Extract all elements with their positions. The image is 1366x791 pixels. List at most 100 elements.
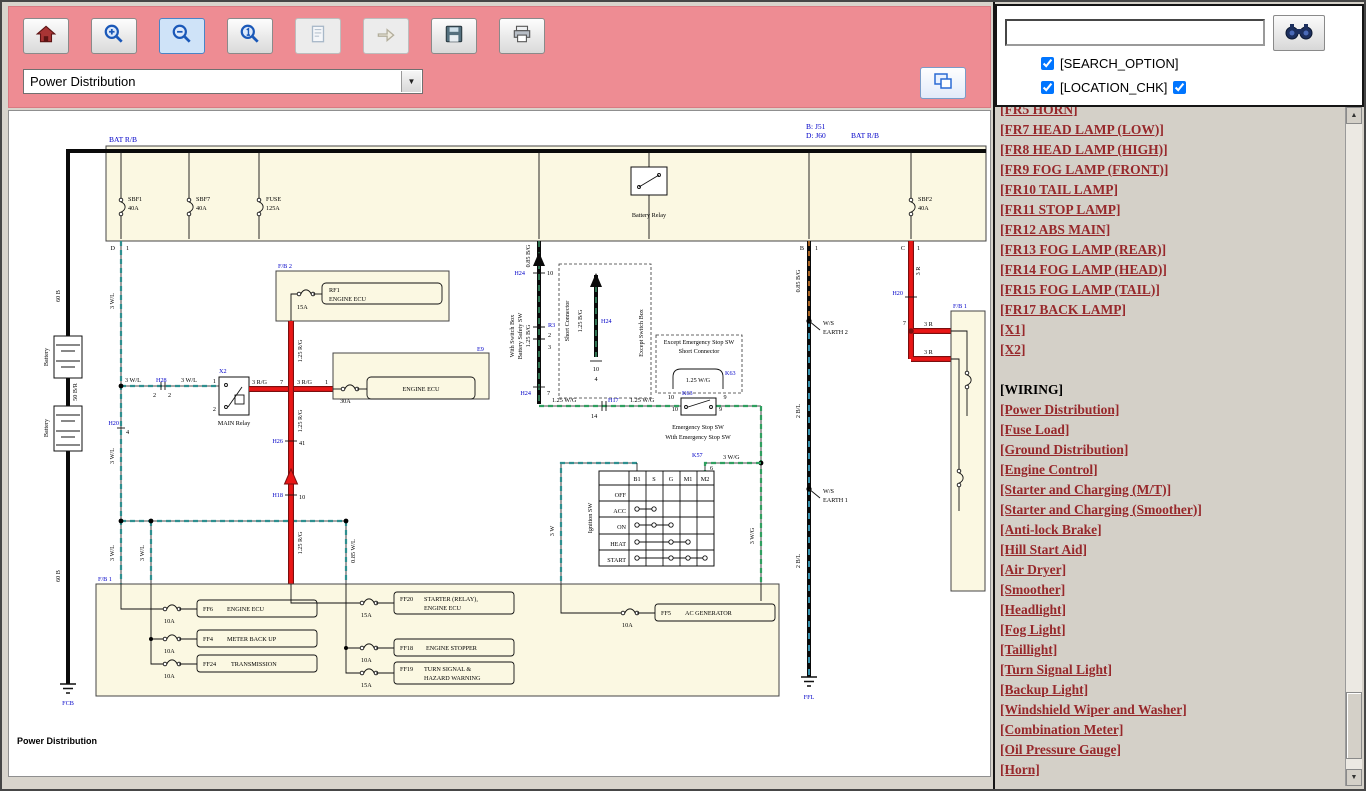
fuse-amp: 15A <box>361 612 372 619</box>
nav-link[interactable]: [Starter and Charging (M/T)] <box>1000 480 1345 500</box>
scroll-down-arrow[interactable]: ▼ <box>1346 769 1362 786</box>
fuse-box-fb1: F/B 1 10A FF6 ENGINE ECU 10A FF4 METER B… <box>96 576 779 696</box>
nav-link[interactable]: [Engine Control] <box>1000 460 1345 480</box>
nav-link[interactable]: [Air Dryer] <box>1000 560 1345 580</box>
fit-page-button[interactable] <box>295 18 341 54</box>
print-button[interactable] <box>499 18 545 54</box>
nav-link[interactable]: [Backup Light] <box>1000 680 1345 700</box>
nav-link[interactable]: [X2] <box>1000 340 1345 360</box>
wire-label: 3 W/L <box>109 293 116 309</box>
nav-link[interactable]: [X1] <box>1000 320 1345 340</box>
nav-link[interactable]: [Smoother] <box>1000 580 1345 600</box>
fuse-amp: 30A <box>340 398 351 405</box>
combo-dropdown-arrow[interactable]: ▼ <box>401 71 421 92</box>
nav-link[interactable]: [Combination Meter] <box>1000 720 1345 740</box>
wire-label: 3 W/G <box>723 454 740 461</box>
nav-link[interactable]: [Hill Start Aid] <box>1000 540 1345 560</box>
fuse-amp: 10A <box>164 618 175 625</box>
nav-link[interactable]: [Headlight] <box>1000 600 1345 620</box>
nav-link[interactable]: [FR13 FOG LAMP (REAR)] <box>1000 240 1345 260</box>
annotation: EARTH 1 <box>823 497 848 504</box>
fuse-id: FF18 <box>400 645 413 652</box>
nav-link[interactable]: [FR12 ABS MAIN] <box>1000 220 1345 240</box>
wire-label: 3 W <box>549 526 556 537</box>
connector-id: H18 <box>272 492 283 499</box>
location-chk-checkbox[interactable] <box>1041 81 1054 94</box>
wire-label: 3 W/G <box>749 527 756 544</box>
battery-safety-run: 0.85 B/G H24 10 With Switch Box Battery … <box>509 241 555 404</box>
nav-link[interactable]: [Windshield Wiper and Washer] <box>1000 700 1345 720</box>
nav-link[interactable]: [Oil Pressure Gauge] <box>1000 740 1345 760</box>
wire-label: 1.25 W/G <box>630 397 655 404</box>
column-header: M1 <box>684 476 693 483</box>
location-chk-row: [LOCATION_CHK] <box>1041 80 1186 95</box>
home-button[interactable] <box>23 18 69 54</box>
wire-label: 2 B/L <box>795 554 802 568</box>
wire-label: 3 R <box>915 266 922 276</box>
nav-link[interactable]: [Fuse Load] <box>1000 420 1345 440</box>
nav-link[interactable]: [FR14 FOG LAMP (HEAD)] <box>1000 260 1345 280</box>
toolbar-button-row <box>23 18 545 54</box>
scroll-up-arrow[interactable]: ▲ <box>1346 107 1362 124</box>
component-label: Battery <box>43 418 50 437</box>
diagram-panel[interactable]: BAT R/B B: J51 D: J60 BAT R/B SBF1 40A S… <box>8 110 991 777</box>
search-option-checkbox[interactable] <box>1041 57 1054 70</box>
zoom-in-button[interactable] <box>91 18 137 54</box>
connector-id: B <box>800 245 804 252</box>
nav-link[interactable]: [Fog Light] <box>1000 620 1345 640</box>
box-label: F/B 1 <box>953 303 967 310</box>
bus-box: BAT R/B B: J51 D: J60 BAT R/B SBF1 40A S… <box>68 122 986 252</box>
fuse-desc: AC GENERATOR <box>685 610 733 617</box>
nav-link[interactable]: [FR15 FOG LAMP (TAIL)] <box>1000 280 1345 300</box>
nav-link[interactable]: [FR5 HORN] <box>1000 107 1345 120</box>
fuse-desc: TURN SIGNAL & <box>424 666 471 673</box>
nav-link[interactable]: [FR9 FOG LAMP (FRONT)] <box>1000 160 1345 180</box>
fuse-id: FF20 <box>400 596 413 603</box>
nav-link[interactable]: [FR8 HEAD LAMP (HIGH)] <box>1000 140 1345 160</box>
search-input[interactable] <box>1005 19 1265 46</box>
search-button[interactable] <box>1273 15 1325 51</box>
diagram-caption: Power Distribution <box>17 736 97 746</box>
fuse-label: FUSE <box>266 196 281 203</box>
nav-link[interactable]: [Starter and Charging (Smoother)] <box>1000 500 1345 520</box>
fuse-desc: TRANSMISSION <box>231 661 277 668</box>
wire-label: 1.25 R/G <box>297 409 304 432</box>
wire-label: 50 B/R <box>72 382 79 401</box>
pin-number: 1 <box>325 379 328 386</box>
pin-number: 41 <box>299 440 305 447</box>
nav-link[interactable]: [FR10 TAIL LAMP] <box>1000 180 1345 200</box>
toolbar: Power Distribution ▼ <box>8 6 991 108</box>
annotation: EARTH 2 <box>823 329 848 336</box>
save-button[interactable] <box>431 18 477 54</box>
wire-label: BAT R/B <box>109 135 137 144</box>
connector-id: H17 <box>608 397 619 404</box>
pin-number: 9 <box>719 406 722 413</box>
wire-label: 3 R <box>924 321 934 328</box>
nav-link[interactable]: [Turn Signal Light] <box>1000 660 1345 680</box>
diagram-select[interactable]: Power Distribution ▼ <box>23 69 423 94</box>
nav-link[interactable]: [Taillight] <box>1000 640 1345 660</box>
forward-button[interactable] <box>363 18 409 54</box>
zoom-out-button[interactable] <box>159 18 205 54</box>
engine-ecu-box: E9 30A ENGINE ECU <box>333 346 489 405</box>
nav-link[interactable]: [Anti-lock Brake] <box>1000 520 1345 540</box>
open-new-window-button[interactable] <box>920 67 966 99</box>
nav-link[interactable]: [FR11 STOP LAMP] <box>1000 200 1345 220</box>
component-label: Battery Relay <box>632 212 667 219</box>
nav-link[interactable]: [Horn] <box>1000 760 1345 780</box>
nav-link[interactable]: [Power Distribution] <box>1000 400 1345 420</box>
scroll-thumb[interactable] <box>1346 692 1362 759</box>
nav-link[interactable]: [FR7 HEAD LAMP (LOW)] <box>1000 120 1345 140</box>
component-label: Short Connector <box>564 301 571 342</box>
sidebar-scrollbar[interactable]: ▲ ▼ <box>1345 107 1362 786</box>
up-arrow <box>285 469 298 484</box>
fuse-label: SBF2 <box>918 196 932 203</box>
nav-link[interactable]: [FR17 BACK LAMP] <box>1000 300 1345 320</box>
location-chk-extra-checkbox[interactable] <box>1173 81 1186 94</box>
nav-link[interactable]: [Ground Distribution] <box>1000 440 1345 460</box>
search-option-label: [SEARCH_OPTION] <box>1060 56 1178 71</box>
annotation: W/S <box>823 488 835 495</box>
zoom-actual-button[interactable] <box>227 18 273 54</box>
pin-number: 2 <box>213 406 216 413</box>
wire-label: 3 R/G <box>297 379 312 386</box>
